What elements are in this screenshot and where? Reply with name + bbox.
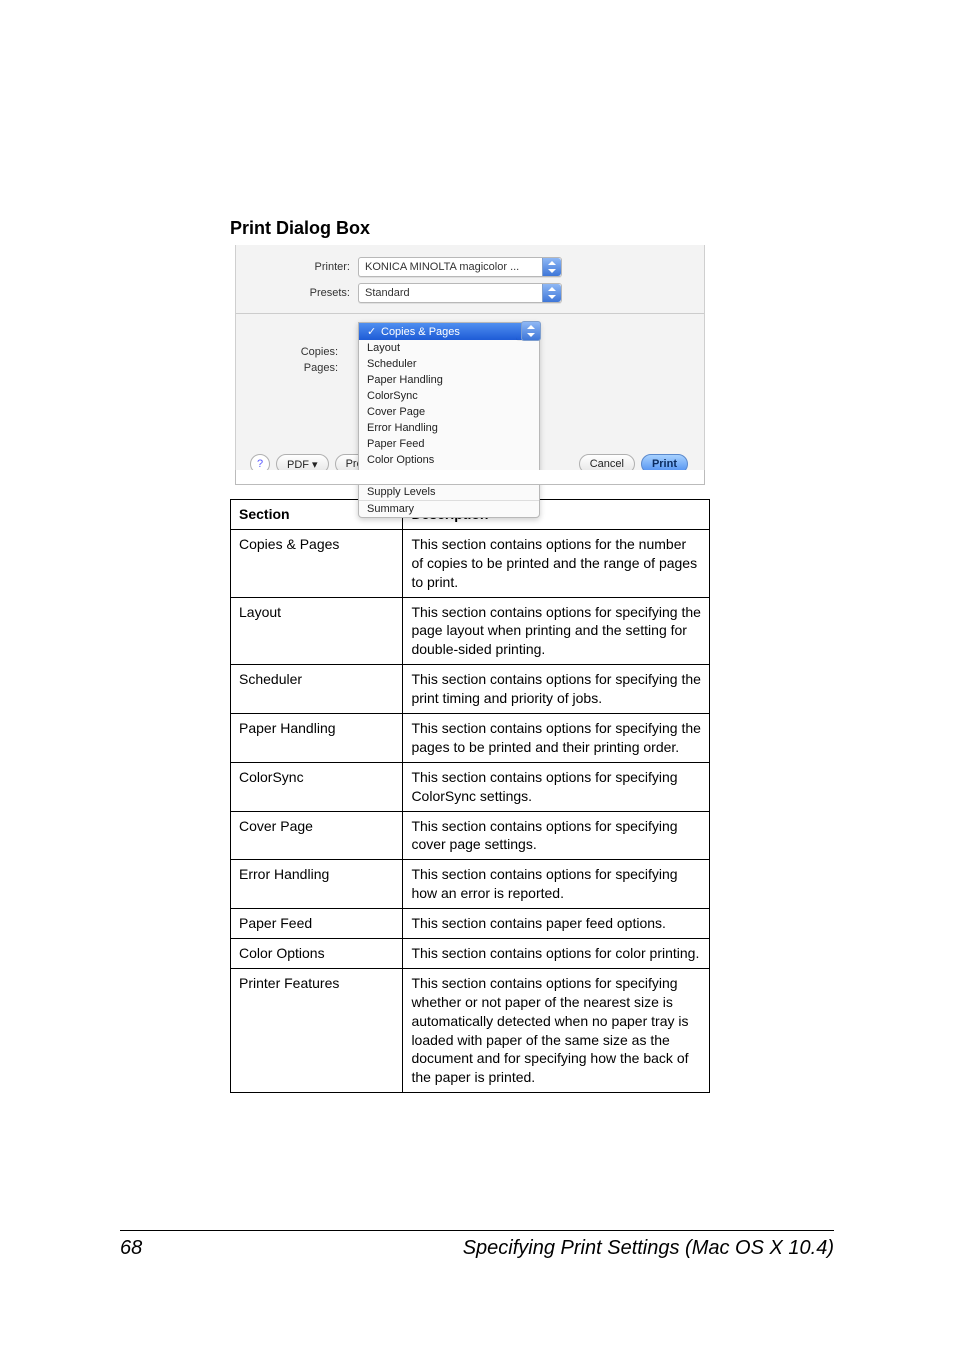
table-row: Cover PageThis section contains options … [231,811,710,860]
menu-item-paper-feed[interactable]: Paper Feed [359,436,539,452]
menu-item-supply-levels[interactable]: Supply Levels [359,484,539,500]
menu-item-colorsync[interactable]: ColorSync [359,388,539,404]
presets-select[interactable]: Standard [358,283,562,303]
footer-text: Specifying Print Settings (Mac OS X 10.4… [463,1237,834,1260]
print-dialog: Printer: KONICA MINOLTA magicolor ... Pr… [235,245,705,485]
menu-item-copies-pages[interactable]: ✓ Copies & Pages [359,323,539,340]
table-row: Error HandlingThis section contains opti… [231,860,710,909]
updown-icon [521,321,541,341]
table-row: ColorSyncThis section contains options f… [231,762,710,811]
presets-value: Standard [365,287,410,299]
menu-item-summary[interactable]: Summary [359,500,539,517]
updown-icon [542,284,561,302]
copies-label: Copies: [301,346,338,358]
table-row: Printer FeaturesThis section contains op… [231,968,710,1092]
table-row: Copies & PagesThis section contains opti… [231,529,710,597]
table-row: Color OptionsThis section contains optio… [231,939,710,969]
menu-item-scheduler[interactable]: Scheduler [359,356,539,372]
menu-item-cover-page[interactable]: Cover Page [359,404,539,420]
pages-label: Pages: [304,362,338,374]
page-footer: 68 Specifying Print Settings (Mac OS X 1… [120,1230,834,1260]
table-row: Paper FeedThis section contains paper fe… [231,909,710,939]
check-icon: ✓ [367,325,377,338]
table-row: Paper HandlingThis section contains opti… [231,714,710,763]
section-menu[interactable]: ✓ Copies & Pages Layout Scheduler Paper … [358,322,540,518]
table-row: SchedulerThis section contains options f… [231,665,710,714]
description-table: Section Description Copies & PagesThis s… [230,499,710,1093]
menu-item-error-handling[interactable]: Error Handling [359,420,539,436]
preview-strip [235,470,705,485]
page-number: 68 [120,1237,142,1260]
menu-item-color-options[interactable]: Color Options [359,452,539,468]
page-title: Print Dialog Box [230,218,710,239]
printer-label: Printer: [250,261,358,273]
printer-value: KONICA MINOLTA magicolor ... [365,261,519,273]
menu-item-label: Copies & Pages [381,326,460,338]
presets-label: Presets: [250,287,358,299]
printer-select[interactable]: KONICA MINOLTA magicolor ... [358,257,562,277]
updown-icon [542,258,561,276]
menu-item-paper-handling[interactable]: Paper Handling [359,372,539,388]
table-row: LayoutThis section contains options for … [231,597,710,665]
menu-item-layout[interactable]: Layout [359,340,539,356]
